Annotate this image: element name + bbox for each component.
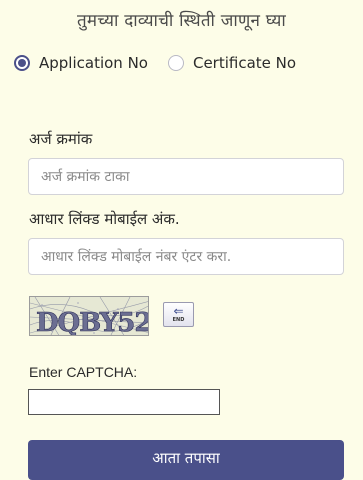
certificate-no-label[interactable]: Certificate No (193, 54, 296, 72)
application-no-radio[interactable] (14, 55, 30, 71)
captcha-image: DQBY52 (29, 296, 149, 336)
captcha-input[interactable] (28, 389, 220, 415)
application-number-label: अर्ज क्रमांक (29, 130, 93, 148)
certificate-no-radio[interactable] (167, 55, 184, 71)
page-title: तुमच्या दाव्याची स्थिती जाणून घ्या (76, 11, 287, 31)
application-number-input[interactable] (28, 158, 344, 195)
aadhaar-mobile-label: आधार लिंक्ड मोबाईल अंक. (29, 210, 180, 228)
back-arrow-icon: ⇐ (173, 304, 184, 318)
refresh-captcha-button[interactable]: ⇐ END (163, 302, 194, 327)
application-no-label[interactable]: Application No (39, 54, 148, 72)
captcha-text: DQBY52 (36, 308, 149, 336)
check-now-button[interactable]: आता तपासा (28, 440, 344, 480)
captcha-label: Enter CAPTCHA: (29, 364, 138, 380)
aadhaar-mobile-input[interactable] (28, 238, 344, 275)
refresh-button-text: END (172, 317, 185, 323)
search-type-options: Application No Certificate No (14, 54, 296, 72)
